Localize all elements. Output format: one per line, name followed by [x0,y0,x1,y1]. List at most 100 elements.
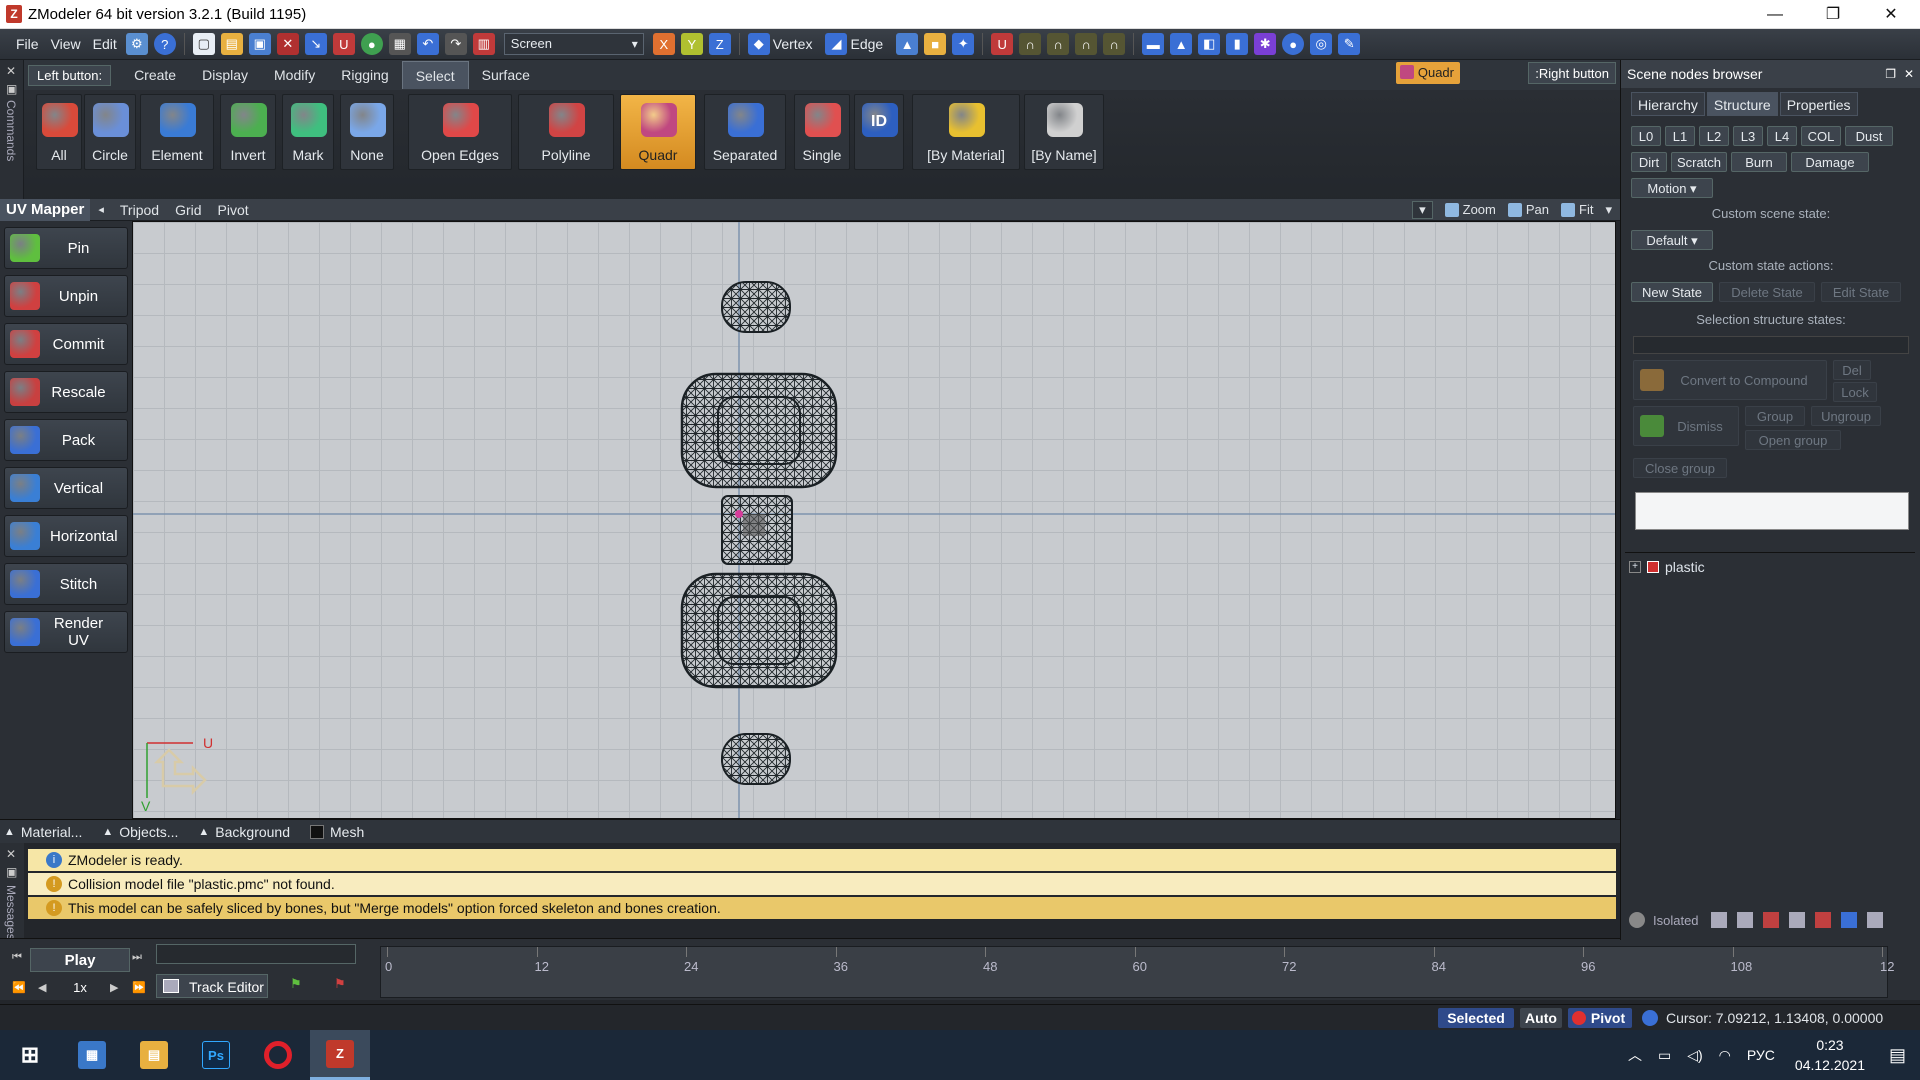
taskbar-zmodeler[interactable]: Z [310,1030,370,1080]
uv-viewport[interactable]: U V [132,221,1616,819]
state-l1-button[interactable]: L1 [1665,126,1695,146]
go-start-icon[interactable]: ⏮ [12,951,22,964]
filter-icon[interactable] [1840,912,1857,928]
tab-rigging[interactable]: Rigging [328,61,401,89]
select-id-button[interactable]: ID [854,94,904,170]
input-language[interactable]: РУС [1747,1047,1775,1063]
save-icon[interactable]: ▣ [248,33,271,55]
lock-button[interactable]: Lock [1833,382,1877,402]
motion-dropdown[interactable]: Motion ▾ [1631,178,1713,198]
snap-magnet-icon[interactable]: U [991,33,1014,55]
snap-edge-icon[interactable]: ∩ [1047,33,1070,55]
view-persp-icon[interactable]: ▬ [1142,33,1165,55]
commit-button[interactable]: Commit [4,323,128,365]
state-dirt-button[interactable]: Dirt [1631,152,1667,172]
pivot-link[interactable]: Pivot [218,202,249,218]
add-key-icon[interactable]: ⚑ [290,976,308,996]
stitch-button[interactable]: Stitch [4,563,128,605]
track-select[interactable] [156,944,356,964]
edit-state-button[interactable]: Edit State [1821,282,1901,302]
select-single-button[interactable]: Single [794,94,850,170]
state-col-button[interactable]: COL [1801,126,1841,146]
uv-island-lower-large[interactable] [680,572,838,689]
filter-icon[interactable] [1710,912,1727,928]
view-dropdown-button[interactable]: ▾ [1412,200,1433,219]
menu-edit[interactable]: Edit [87,29,123,60]
clock[interactable]: 0:23 04.12.2021 [1795,1035,1865,1075]
pin-panel-icon[interactable]: ▣ [6,82,17,96]
object-mode-icon[interactable]: ■ [924,33,947,55]
state-l3-button[interactable]: L3 [1733,126,1763,146]
network-icon[interactable]: ◠ [1719,1047,1731,1064]
pivot-toggle[interactable]: Pivot [1568,1008,1632,1028]
edge-mode-icon[interactable]: ◢ [825,33,848,55]
tray-overflow-icon[interactable]: ︿ [1628,1045,1642,1065]
playback-speed[interactable]: 1x [52,978,108,998]
delete-icon[interactable]: ✕ [276,33,299,55]
open-folder-icon[interactable]: ▤ [220,33,243,55]
timeline-ruler[interactable]: 0 12 24 36 48 60 72 84 96 108 12 [380,946,1894,998]
select-element-button[interactable]: Element [140,94,214,170]
menu-file[interactable]: File [10,29,45,60]
start-button[interactable]: ⊞ [0,1030,60,1080]
ungroup-button[interactable]: Ungroup [1811,406,1881,426]
menu-view[interactable]: View [45,29,87,60]
uv-island-center-cluster[interactable] [721,495,793,565]
convert-to-compound-button[interactable]: Convert to Compound [1633,360,1827,400]
redo-icon[interactable]: ↷ [444,33,467,55]
vertex-mode-icon[interactable]: ◆ [747,33,770,55]
last-frame-icon[interactable]: ⏩ [132,981,146,994]
state-dust-button[interactable]: Dust [1845,126,1893,146]
state-l4-button[interactable]: L4 [1767,126,1797,146]
taskbar-explorer-tile[interactable]: ▦ [62,1030,122,1080]
select-open-edges-button[interactable]: Open Edges [408,94,512,170]
first-frame-icon[interactable]: ⏪ [12,981,26,994]
tab-modify[interactable]: Modify [261,61,328,89]
remove-key-icon[interactable]: ⚑ [334,976,352,996]
state-l0-button[interactable]: L0 [1631,126,1661,146]
grid-link[interactable]: Grid [175,202,201,218]
horizontal-button[interactable]: Horizontal [4,515,128,557]
uv-island-top-small[interactable] [721,281,791,333]
taskbar-photoshop[interactable]: Ps [186,1030,246,1080]
viewport-options-button[interactable]: ▾ [1605,202,1612,218]
uv-island-bottom-small[interactable] [721,733,791,785]
grid-icon[interactable]: ▦ [388,33,411,55]
select-polyline-button[interactable]: Polyline [518,94,614,170]
snap-vertex-icon[interactable]: ∩ [1019,33,1042,55]
select-separated-button[interactable]: Separated [704,94,786,170]
del-button[interactable]: Del [1833,360,1871,380]
notifications-icon[interactable]: ▤ [1889,1045,1906,1066]
maximize-button[interactable]: ❐ [1804,0,1862,29]
view-top-icon[interactable]: ▮ [1226,33,1249,55]
select-all-button[interactable]: All [36,94,82,170]
filter-icon[interactable] [1866,912,1883,928]
magnet-icon[interactable]: U [332,33,355,55]
settings-icon[interactable]: ⚙ [125,33,148,55]
group-button[interactable]: Group [1745,406,1805,426]
state-scratch-button[interactable]: Scratch [1671,152,1727,172]
auto-toggle[interactable]: Auto [1520,1008,1562,1028]
selection-states-list[interactable] [1633,336,1909,354]
state-burn-button[interactable]: Burn [1731,152,1787,172]
tree-item-plastic[interactable]: + plastic [1625,553,1915,581]
render-uv-button[interactable]: Render UV [4,611,128,653]
open-group-button[interactable]: Open group [1745,430,1841,450]
vertical-button[interactable]: Vertical [4,467,128,509]
uv-canvas[interactable]: U V [133,222,1616,819]
axis-x-icon[interactable]: X [652,33,675,55]
tab-display[interactable]: Display [189,61,261,89]
snap-grid-icon[interactable]: ∩ [1103,33,1126,55]
view-camera-icon[interactable]: ✱ [1254,33,1277,55]
axis-z-icon[interactable]: Z [708,33,731,55]
close-button[interactable]: ✕ [1862,0,1920,29]
orbit-icon[interactable]: ◎ [1310,33,1333,55]
tab-select[interactable]: Select [401,61,469,89]
taskbar-opera[interactable] [248,1030,308,1080]
expand-node-icon[interactable]: + [1629,561,1641,573]
zoom-button[interactable]: Zoom [1444,202,1496,217]
isolated-toggle[interactable]: Isolated [1653,913,1699,928]
close-group-button[interactable]: Close group [1633,458,1727,478]
prev-frame-icon[interactable]: ◀ [38,981,46,994]
rescale-button[interactable]: Rescale [4,371,128,413]
